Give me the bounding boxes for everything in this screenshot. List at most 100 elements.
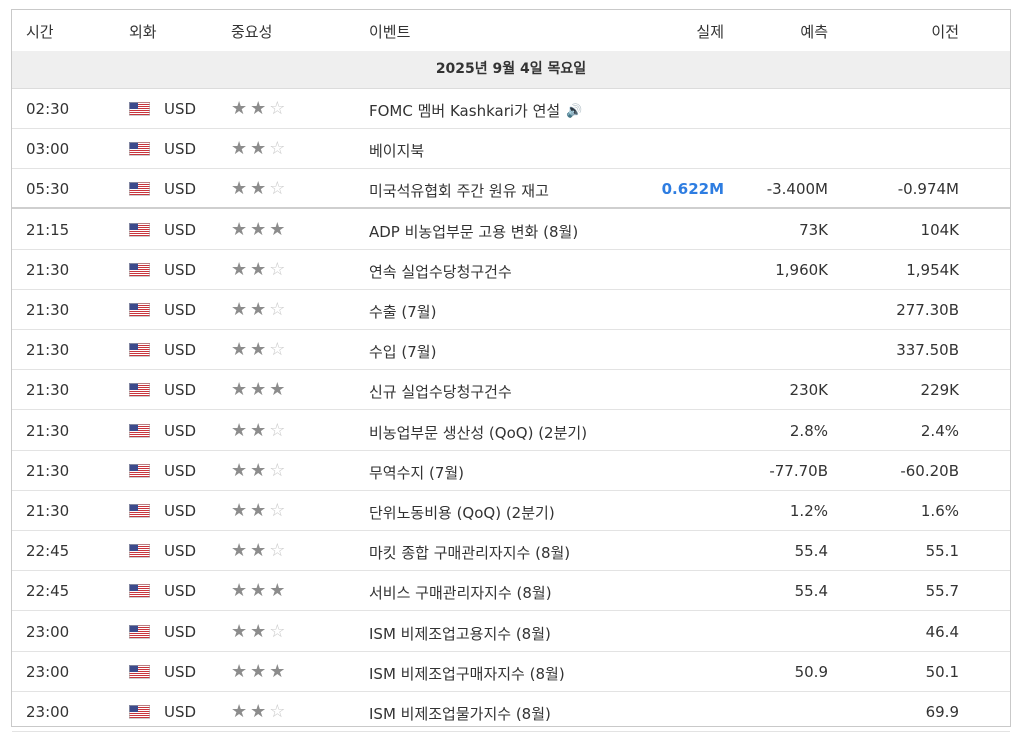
table-row[interactable]: 23:00 USD ★★☆ ISM 비제조업물가지수 (8월) 69.9 [12,692,1010,732]
table-row[interactable]: 21:30 USD ★★☆ 비농업부문 생산성 (QoQ) (2분기) 2.8% 2.4% [12,411,1010,451]
previous-value: 50.1 [925,662,959,681]
table-row[interactable]: 22:45 USD ★★★ 서비스 구매관리자지수 (8월) 55.4 55.7 [12,571,1010,612]
star-filled-icon: ★ [231,339,251,361]
table-row[interactable]: 21:30 USD ★★★ 신규 실업수당청구건수 230K 229K [12,370,1010,411]
actual-value: 0.622M [661,180,724,199]
event-time: 02:30 [26,100,70,118]
event-name[interactable]: 미국석유협회 주간 원유 재고 [369,180,549,201]
event-name-text[interactable]: 마킷 종합 구매관리자지수 (8월) [369,544,570,562]
event-name[interactable]: 비농업부문 생산성 (QoQ) (2분기) [369,422,587,443]
star-empty-icon: ☆ [269,459,289,481]
previous-value: 46.4 [925,622,959,641]
importance-stars: ★★☆ [231,701,288,722]
table-row[interactable]: 05:30 USD ★★☆ 미국석유협회 주간 원유 재고 0.622M -3.400M -… [12,169,1010,210]
header-previous[interactable]: 이전 [931,21,959,42]
table-row[interactable]: 23:00 USD ★★★ ISM 비제조업구매자지수 (8월) 50.9 50.1 [12,652,1010,692]
star-filled-icon: ★ [250,178,270,200]
event-name[interactable]: ISM 비제조업물가지수 (8월) [369,703,551,724]
event-name-text[interactable]: 무역수지 (7월) [369,464,464,482]
table-row[interactable]: 02:30 USD ★★☆ FOMC 멤버 Kashkari가 연설 🔊 [12,89,1010,129]
header-actual[interactable]: 실제 [696,21,724,42]
event-name[interactable]: 무역수지 (7월) [369,462,464,483]
currency-code: USD [164,100,197,118]
currency-code: USD [164,220,197,239]
us-flag-icon [129,343,150,358]
table-row[interactable]: 21:30 USD ★★☆ 수출 (7월) 277.30B [12,290,1010,330]
event-name[interactable]: ADP 비농업부문 고용 변화 (8월) [369,221,578,242]
previous-value: 55.7 [925,582,959,601]
star-filled-icon: ★ [250,258,270,280]
us-flag-icon [129,182,150,197]
table-row[interactable]: 21:30 USD ★★☆ 단위노동비용 (QoQ) (2분기) 1.2% 1.6% [12,491,1010,531]
header-time[interactable]: 시간 [26,21,54,42]
event-name-text[interactable]: 수입 (7월) [369,343,436,361]
header-forecast[interactable]: 예측 [800,21,828,42]
forecast-value: 50.9 [794,662,828,681]
importance-stars: ★★☆ [231,500,288,521]
currency-code: USD [164,301,197,319]
event-time: 22:45 [26,582,70,601]
star-filled-icon: ★ [231,500,251,521]
event-name[interactable]: 신규 실업수당청구건수 [369,381,512,402]
table-row[interactable]: 21:30 USD ★★☆ 연속 실업수당청구건수 1,960K 1,954K [12,250,1010,290]
importance-stars: ★★☆ [231,98,288,119]
star-filled-icon: ★ [250,540,270,562]
table-row[interactable]: 23:00 USD ★★☆ ISM 비제조업고용지수 (8월) 46.4 [12,612,1010,652]
event-name-text[interactable]: FOMC 멤버 Kashkari가 연설 [369,102,560,120]
event-name[interactable]: 서비스 구매관리자지수 (8월) [369,582,552,603]
event-name[interactable]: 베이지북 [369,140,424,161]
star-filled-icon: ★ [250,500,270,521]
star-filled-icon: ★ [269,580,289,602]
importance-stars: ★★☆ [231,259,288,280]
currency-code: USD [164,461,197,480]
previous-value: 229K [920,381,959,400]
table-row[interactable]: 21:30 USD ★★☆ 무역수지 (7월) -77.70B -60.20B [12,451,1010,491]
header-importance[interactable]: 중요성 [231,21,272,42]
previous-value: 1.6% [920,502,959,520]
event-name-text[interactable]: 연속 실업수당청구건수 [369,263,512,281]
event-time: 03:00 [26,140,70,159]
event-name-text[interactable]: 수출 (7월) [369,303,436,321]
us-flag-icon [129,544,150,559]
table-row[interactable]: 03:00 USD ★★☆ 베이지북 [12,129,1010,170]
event-name[interactable]: 단위노동비용 (QoQ) (2분기) [369,502,555,523]
event-name-text[interactable]: 서비스 구매관리자지수 (8월) [369,584,552,602]
event-name-text[interactable]: ADP 비농업부문 고용 변화 (8월) [369,223,578,241]
forecast-value: 2.8% [789,421,828,440]
us-flag-icon [129,383,150,398]
table-row[interactable]: 21:30 USD ★★☆ 수입 (7월) 337.50B [12,330,1010,371]
table-row[interactable]: 21:15 USD ★★★ ADP 비농업부문 고용 변화 (8월) 73K 104K [12,210,1010,250]
event-name-text[interactable]: ISM 비제조업구매자지수 (8월) [369,665,565,683]
event-name-text[interactable]: 베이지북 [369,142,424,160]
importance-stars: ★★☆ [231,178,288,199]
event-name-text[interactable]: ISM 비제조업물가지수 (8월) [369,705,551,723]
star-filled-icon: ★ [250,419,270,441]
event-name-text[interactable]: ISM 비제조업고용지수 (8월) [369,625,551,643]
event-name[interactable]: 연속 실업수당청구건수 [369,261,512,282]
event-name[interactable]: 수출 (7월) [369,301,436,322]
star-filled-icon: ★ [231,580,251,602]
event-name[interactable]: 수입 (7월) [369,341,436,362]
event-name-text[interactable]: 미국석유협회 주간 원유 재고 [369,182,549,200]
event-name[interactable]: ISM 비제조업구매자지수 (8월) [369,663,565,684]
forecast-value: 73K [799,220,828,239]
forecast-value: -77.70B [769,461,828,480]
event-name-text[interactable]: 신규 실업수당청구건수 [369,383,512,401]
importance-stars: ★★☆ [231,540,288,561]
previous-value: -0.974M [897,180,959,199]
event-time: 23:00 [26,662,70,681]
currency-code: USD [164,260,197,279]
header-currency[interactable]: 외화 [129,21,157,42]
event-name[interactable]: FOMC 멤버 Kashkari가 연설 🔊 [369,100,582,121]
header-event[interactable]: 이벤트 [369,21,410,42]
us-flag-icon [129,423,150,438]
event-name-text[interactable]: 단위노동비용 (QoQ) (2분기) [369,504,555,522]
table-row[interactable]: 22:45 USD ★★☆ 마킷 종합 구매관리자지수 (8월) 55.4 55.1 [12,531,1010,572]
event-name-text[interactable]: 비농업부문 생산성 (QoQ) (2분기) [369,424,587,442]
event-name[interactable]: 마킷 종합 구매관리자지수 (8월) [369,542,570,563]
event-name[interactable]: ISM 비제조업고용지수 (8월) [369,623,551,644]
star-empty-icon: ☆ [269,500,289,521]
star-filled-icon: ★ [231,299,251,320]
importance-stars: ★★☆ [231,420,288,441]
importance-stars: ★★☆ [231,299,288,320]
